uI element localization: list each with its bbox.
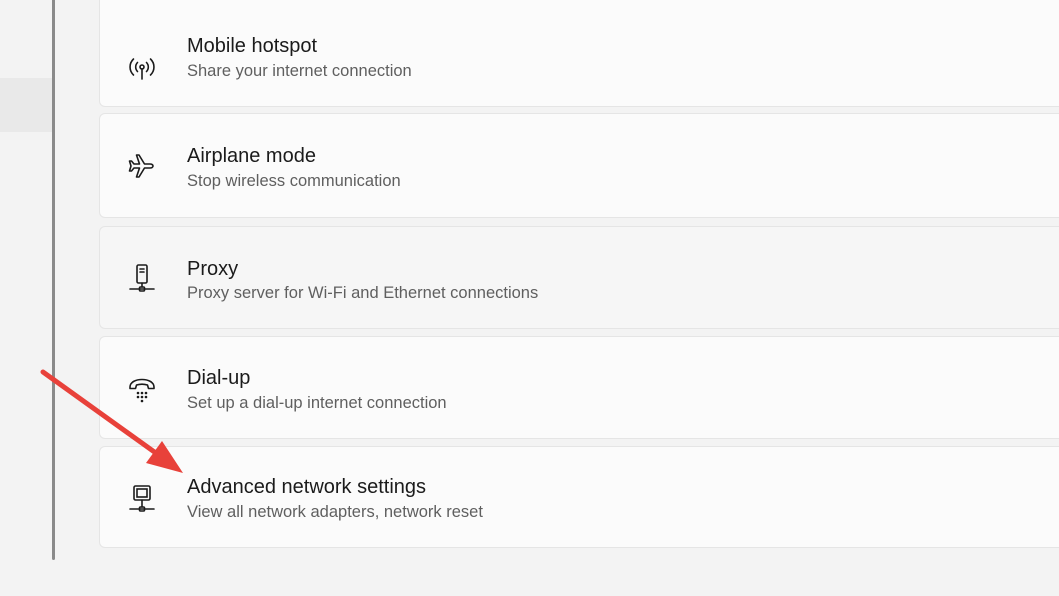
advanced-network-settings-subtitle: View all network adapters, network reset <box>187 503 483 521</box>
advanced-network-settings-card[interactable]: Advanced network settings View all netwo… <box>99 446 1059 548</box>
airplane-mode-card[interactable]: Airplane mode Stop wireless communicatio… <box>99 113 1059 218</box>
proxy-subtitle: Proxy server for Wi-Fi and Ethernet conn… <box>187 284 539 302</box>
mobile-hotspot-title: Mobile hotspot <box>187 35 318 57</box>
proxy-card[interactable]: Proxy Proxy server for Wi-Fi and Etherne… <box>99 226 1059 329</box>
airplane-mode-subtitle: Stop wireless communication <box>187 172 401 190</box>
scrollbar[interactable] <box>52 0 55 560</box>
advanced-network-icon <box>124 480 160 516</box>
dial-up-subtitle: Set up a dial-up internet connection <box>187 394 447 412</box>
dial-up-card[interactable]: Dial-up Set up a dial-up internet connec… <box>99 336 1059 439</box>
advanced-network-settings-title: Advanced network settings <box>187 476 427 498</box>
mobile-hotspot-subtitle: Share your internet connection <box>187 62 412 80</box>
nav-selected-item[interactable] <box>0 78 54 132</box>
dial-up-title: Dial-up <box>187 367 251 389</box>
proxy-title: Proxy <box>187 258 239 280</box>
airplane-mode-title: Airplane mode <box>187 145 316 167</box>
mobile-hotspot-card[interactable]: Mobile hotspot Share your internet conne… <box>99 0 1059 107</box>
airplane-icon <box>124 148 160 184</box>
dial-up-phone-icon <box>124 372 160 408</box>
navigation-pane <box>0 0 54 596</box>
proxy-icon <box>124 260 160 296</box>
mobile-hotspot-icon <box>124 51 160 87</box>
